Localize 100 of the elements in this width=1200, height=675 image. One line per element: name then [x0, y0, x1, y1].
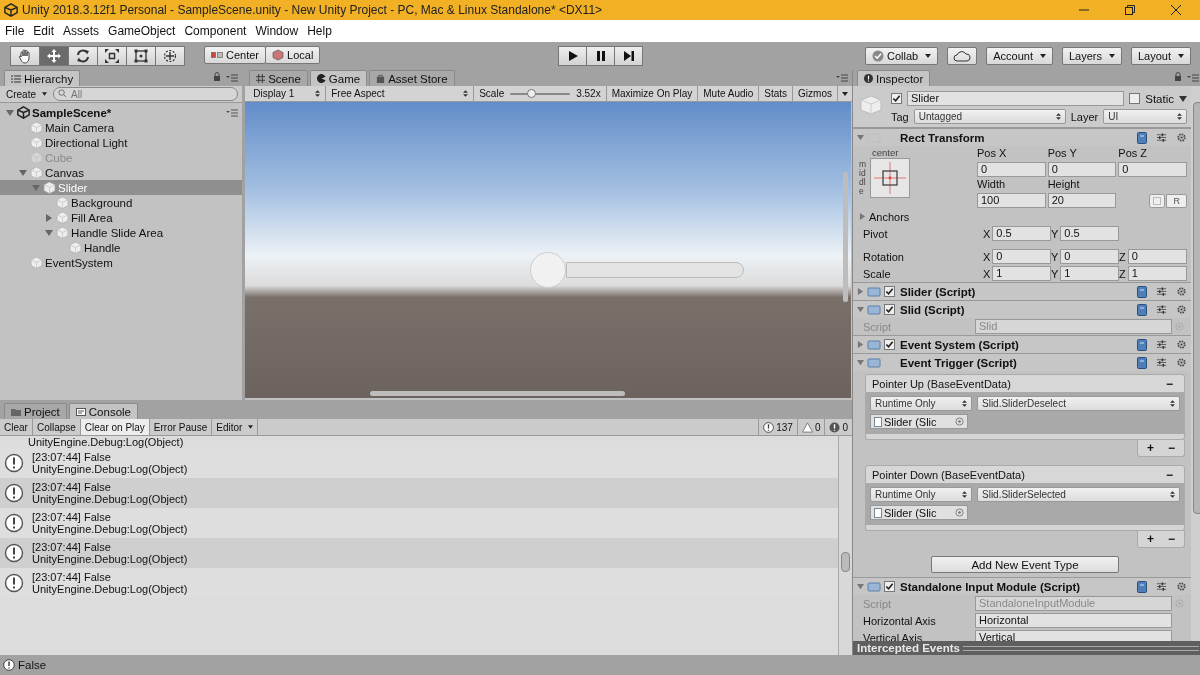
tree-row[interactable]: Directional Light: [0, 135, 243, 150]
pivot-position-button[interactable]: Center: [204, 46, 267, 64]
presets-icon[interactable]: [1156, 286, 1167, 297]
foldout-arrow-icon[interactable]: [857, 288, 864, 295]
gear-icon[interactable]: [1176, 132, 1187, 143]
remove-listener-button[interactable]: −: [1163, 441, 1180, 455]
foldout-arrow-icon[interactable]: [5, 108, 14, 117]
caret-icon[interactable]: [1179, 95, 1187, 102]
add-listener-button[interactable]: +: [1141, 441, 1159, 455]
remove-listener-button[interactable]: −: [1163, 532, 1180, 546]
function-dropdown[interactable]: Slid.SliderSelected: [977, 487, 1180, 502]
editor-dropdown[interactable]: Editor: [212, 419, 259, 435]
object-picker-icon[interactable]: [955, 417, 964, 426]
menu-item[interactable]: File: [5, 24, 25, 38]
transform-tool-button[interactable]: [155, 46, 185, 66]
number-field[interactable]: 0: [977, 162, 1046, 177]
menu-item[interactable]: Help: [307, 24, 332, 38]
object-field[interactable]: Slider (Slic: [870, 414, 968, 429]
text-field[interactable]: Vertical: [975, 630, 1172, 641]
presets-icon[interactable]: [1156, 132, 1167, 143]
toolbar-toggle[interactable]: Maximize On Play: [606, 86, 699, 101]
function-dropdown[interactable]: Slid.SliderDeselect: [977, 396, 1180, 411]
scrollbar-thumb[interactable]: [370, 391, 626, 396]
gear-icon[interactable]: [1176, 286, 1187, 297]
enabled-checkbox[interactable]: [884, 286, 895, 297]
gear-icon[interactable]: [1176, 339, 1187, 350]
view-tab[interactable]: Asset Store: [369, 70, 455, 86]
restore-icon[interactable]: [1124, 4, 1136, 16]
component-header[interactable]: Slider (Script): [853, 282, 1191, 300]
panel-tab[interactable]: Console: [68, 403, 138, 419]
tree-row[interactable]: EventSystem: [0, 255, 243, 270]
step-button[interactable]: [614, 46, 643, 66]
rotate-tool-button[interactable]: [68, 46, 98, 66]
menu-item[interactable]: Edit: [33, 24, 55, 38]
number-field[interactable]: 0: [1127, 249, 1187, 264]
create-dropdown[interactable]: Create: [4, 87, 49, 101]
raw-edit-button[interactable]: R: [1166, 193, 1187, 208]
search-field[interactable]: All: [53, 87, 239, 101]
foldout-arrow-icon[interactable]: [857, 341, 864, 348]
foldout-arrow-icon[interactable]: [857, 134, 864, 141]
enabled-checkbox[interactable]: [884, 304, 895, 315]
scrollbar-thumb[interactable]: [843, 172, 848, 302]
tree-row[interactable]: Background: [0, 195, 243, 210]
log-entry[interactable]: [23:07:44] False UnityEngine.Debug:Log(Object): [0, 538, 838, 568]
remove-event-button[interactable]: −: [1161, 467, 1178, 482]
console-toolbar-button[interactable]: Clear: [0, 419, 33, 435]
menu-item[interactable]: Window: [255, 24, 299, 38]
warning-count-toggle[interactable]: 0: [796, 419, 825, 435]
component-header[interactable]: Rect Transform: [853, 128, 1191, 146]
runtime-dropdown[interactable]: Runtime Only: [870, 487, 972, 502]
view-tab[interactable]: Game: [309, 70, 368, 86]
number-field[interactable]: 1: [1060, 266, 1119, 281]
presets-icon[interactable]: [1156, 304, 1167, 315]
number-field[interactable]: 0.5: [1060, 226, 1119, 241]
help-book-icon[interactable]: [1137, 356, 1147, 369]
component-header[interactable]: Event System (Script): [853, 335, 1191, 353]
gear-icon[interactable]: [1176, 581, 1187, 592]
gear-icon[interactable]: [1176, 357, 1187, 368]
enabled-checkbox[interactable]: [884, 339, 895, 350]
anchor-preset-button[interactable]: [869, 158, 910, 198]
number-field[interactable]: 0: [1118, 162, 1187, 177]
account-dropdown[interactable]: Account: [986, 47, 1053, 65]
number-field[interactable]: 0: [1047, 162, 1117, 177]
component-header[interactable]: Event Trigger (Script): [853, 353, 1191, 371]
lock-icon[interactable]: [1174, 72, 1182, 82]
number-field[interactable]: 100: [977, 193, 1046, 208]
add-listener-button[interactable]: +: [1141, 532, 1159, 546]
display-dropdown[interactable]: Display 1: [248, 86, 327, 101]
move-tool-button[interactable]: [39, 46, 69, 66]
gizmos-dropdown[interactable]: Gizmos: [793, 86, 838, 101]
component-header[interactable]: Slid (Script): [853, 300, 1191, 318]
toolbar-toggle[interactable]: Mute Audio: [698, 86, 760, 101]
panel-tab[interactable]: Project: [4, 403, 67, 419]
text-field[interactable]: Horizontal: [975, 613, 1172, 628]
layers-dropdown[interactable]: Layers: [1061, 47, 1122, 65]
presets-icon[interactable]: [1156, 581, 1167, 592]
foldout-arrow-icon[interactable]: [859, 213, 866, 220]
presets-icon[interactable]: [1156, 357, 1167, 368]
tree-row[interactable]: Fill Area: [0, 210, 243, 225]
active-checkbox[interactable]: [891, 93, 902, 104]
object-field[interactable]: Slider (Slic: [870, 505, 968, 520]
pause-button[interactable]: [586, 46, 615, 66]
aspect-dropdown[interactable]: Free Aspect: [326, 86, 475, 101]
close-icon[interactable]: [1170, 4, 1182, 16]
number-field[interactable]: 1: [1127, 266, 1187, 281]
log-entry[interactable]: [23:07:44] False UnityEngine.Debug:Log(Object): [0, 478, 838, 508]
console-toolbar-button[interactable]: Collapse: [32, 419, 81, 435]
menu-item[interactable]: GameObject: [108, 24, 176, 38]
info-count-toggle[interactable]: 137: [758, 419, 797, 435]
gear-icon[interactable]: [1176, 304, 1187, 315]
tree-row[interactable]: Handle: [0, 240, 243, 255]
presets-icon[interactable]: [1156, 339, 1167, 350]
foldout-arrow-icon[interactable]: [857, 306, 864, 313]
collab-dropdown[interactable]: Collab: [865, 47, 939, 65]
hierarchy-tab[interactable]: Hierarchy: [4, 70, 81, 86]
scrollbar-thumb[interactable]: [1193, 102, 1200, 514]
caret-icon[interactable]: [842, 91, 848, 96]
play-button[interactable]: [558, 46, 587, 66]
rect-tool-button[interactable]: [126, 46, 156, 66]
foldout-arrow-icon[interactable]: [18, 168, 27, 177]
